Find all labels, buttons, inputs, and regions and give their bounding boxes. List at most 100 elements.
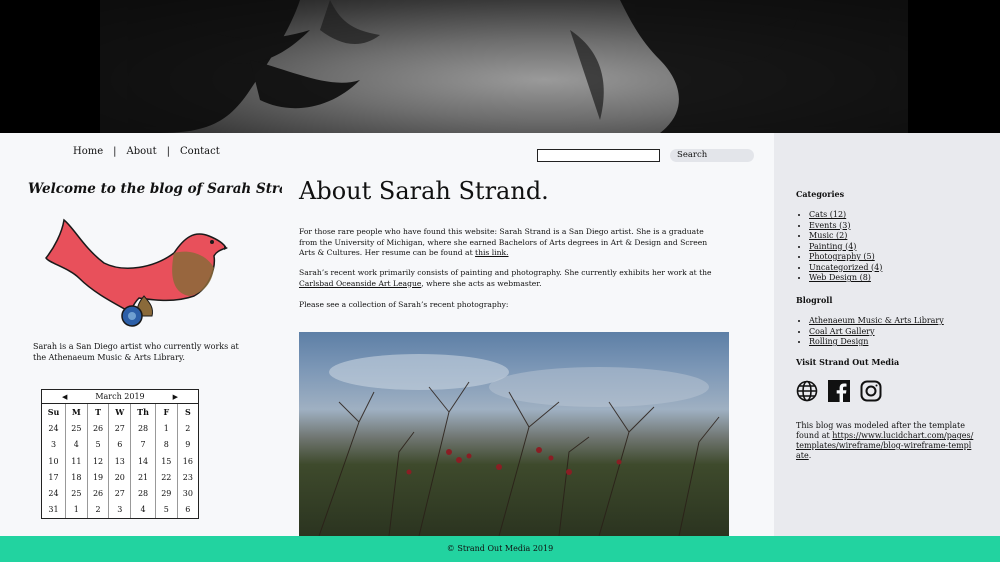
calendar-day-cell[interactable]: 20 [108, 469, 132, 486]
work-tail-text: , where she acts as webmaster. [421, 278, 542, 288]
category-link[interactable]: Painting (4) [809, 242, 856, 251]
calendar-day-cell[interactable]: 16 [177, 453, 198, 469]
calendar-day-cell[interactable]: 6 [108, 436, 132, 453]
calendar-day-cell[interactable]: 18 [65, 469, 88, 486]
blogroll-link[interactable]: Rolling Design [809, 337, 868, 346]
calendar-week-row: 10 11 12 13 14 15 16 [42, 452, 198, 470]
list-item: Photography (5) [809, 252, 882, 263]
category-link[interactable]: Web Design (8) [809, 273, 871, 282]
calendar-day-cell[interactable]: 1 [65, 501, 88, 519]
calendar-day-cell[interactable]: 4 [130, 501, 156, 519]
instagram-icon[interactable] [860, 380, 882, 402]
page-footer: © Strand Out Media 2019 [0, 536, 1000, 562]
calendar-day-cell[interactable]: 27 [108, 420, 132, 437]
calendar-day-cell[interactable]: 7 [130, 436, 156, 453]
calendar-day-cell[interactable]: 2 [87, 501, 110, 519]
weekday-label: M [65, 404, 88, 421]
calendar-day-cell[interactable]: 6 [177, 502, 198, 518]
calendar-day-cell[interactable]: 5 [87, 436, 110, 453]
calendar-day-cell[interactable]: 25 [65, 485, 88, 502]
calendar-day-cell[interactable]: 9 [177, 437, 198, 453]
calendar-day-cell[interactable]: 28 [130, 485, 156, 502]
calendar-day-cell[interactable]: 26 [87, 485, 110, 502]
welcome-heading: Welcome to the blog of Sarah Strand. [28, 181, 312, 197]
resume-link[interactable]: this link. [475, 248, 508, 257]
calendar-day-cell[interactable]: 5 [155, 501, 178, 519]
calendar-week-row: 17 18 19 20 21 22 23 [42, 469, 198, 486]
left-sidebar: Home | About | Contact Welcome to the bl… [0, 133, 312, 536]
blogroll-link[interactable]: Athenaeum Music & Arts Library [809, 316, 944, 325]
footer-copyright: © Strand Out Media 2019 [446, 544, 554, 553]
list-item: Rolling Design [809, 337, 944, 348]
calendar-day-cell[interactable]: 29 [155, 485, 178, 502]
main-nav: Home | About | Contact [73, 146, 220, 157]
category-link[interactable]: Cats (12) [809, 210, 846, 219]
work-paragraph: Sarah’s recent work primarily consists o… [299, 268, 714, 289]
search-button[interactable]: Search [670, 149, 754, 162]
category-link[interactable]: Music (2) [809, 231, 847, 240]
calendar-day-cell[interactable]: 8 [155, 436, 178, 453]
calendar-next-icon[interactable]: ▶ [173, 393, 178, 401]
template-credit-tail: . [808, 451, 812, 460]
category-link[interactable]: Events (3) [809, 221, 850, 230]
work-text: Sarah’s recent work primarily consists o… [299, 268, 712, 277]
calendar-day-cell[interactable]: 23 [177, 469, 198, 485]
calendar-prev-icon[interactable]: ◀ [62, 393, 67, 401]
intro-paragraph: For those rare people who have found thi… [299, 227, 714, 259]
calendar-day-cell[interactable]: 31 [42, 501, 66, 519]
category-link[interactable]: Uncategorized (4) [809, 263, 882, 272]
list-item: Uncategorized (4) [809, 263, 882, 274]
calendar-day-cell[interactable]: 15 [155, 452, 178, 470]
calendar-day-cell[interactable]: 21 [130, 469, 156, 486]
calendar-day-cell[interactable]: 14 [130, 452, 156, 470]
calendar-day-cell[interactable]: 26 [87, 420, 110, 437]
calendar-widget: ◀ March 2019 ▶ Su M T W Th F S 24 25 26 27 2… [41, 389, 199, 520]
calendar-day-cell[interactable]: 30 [177, 485, 198, 501]
art-league-link[interactable]: Carlsbad Oceanside Art League [299, 279, 421, 288]
nav-separator: | [166, 146, 171, 157]
social-icons [796, 380, 882, 402]
header-banner [0, 0, 1000, 133]
calendar-day-cell[interactable]: 28 [130, 420, 156, 437]
nav-about-link[interactable]: About [127, 146, 157, 157]
list-item: Coal Art Gallery [809, 327, 944, 338]
list-item: Events (3) [809, 221, 882, 232]
bird-artwork-image [44, 208, 228, 328]
calendar-day-cell[interactable]: 13 [108, 452, 132, 470]
nav-home-link[interactable]: Home [73, 146, 103, 157]
calendar-week-row: 3456789 [42, 436, 198, 453]
calendar-day-cell[interactable]: 22 [155, 469, 178, 486]
calendar-day-cell[interactable]: 1 [155, 420, 178, 437]
calendar-day-cell[interactable]: 10 [42, 452, 66, 470]
categories-list: Cats (12) Events (3) Music (2) Painting … [809, 210, 882, 284]
facebook-icon[interactable] [828, 380, 850, 402]
calendar-day-cell[interactable]: 3 [108, 501, 132, 519]
globe-icon[interactable] [796, 380, 818, 402]
artist-bio: Sarah is a San Diego artist who currentl… [33, 342, 239, 362]
calendar-day-cell[interactable]: 27 [108, 485, 132, 502]
weekday-label: S [184, 407, 191, 418]
calendar-day-cell[interactable]: 2 [177, 420, 198, 436]
calendar-day-cell[interactable]: 4 [65, 436, 88, 453]
category-link[interactable]: Photography (5) [809, 252, 875, 261]
calendar-day-cell[interactable]: 11 [65, 452, 88, 470]
calendar-day-cell[interactable]: 3 [42, 436, 66, 453]
calendar-day-cell[interactable]: 24 [42, 420, 66, 437]
calendar-day-cell[interactable]: 19 [87, 469, 110, 486]
banner-forest-photo [100, 0, 908, 133]
list-item: Cats (12) [809, 210, 882, 221]
list-item: Web Design (8) [809, 273, 882, 284]
nav-contact-link[interactable]: Contact [180, 146, 220, 157]
search-input[interactable] [537, 149, 660, 162]
blogroll-link[interactable]: Coal Art Gallery [809, 327, 875, 336]
list-item: Music (2) [809, 231, 882, 242]
calendar-day-cell[interactable]: 12 [87, 452, 110, 470]
list-item: Painting (4) [809, 242, 882, 253]
calendar-day-cell[interactable]: 25 [65, 420, 88, 437]
page-title: About Sarah Strand. [299, 177, 549, 205]
weekday-label: Th [130, 404, 156, 421]
weekday-label: T [87, 404, 110, 421]
template-credit: This blog was modeled after the template… [796, 421, 976, 461]
calendar-day-cell[interactable]: 17 [42, 469, 66, 486]
calendar-day-cell[interactable]: 24 [42, 485, 66, 502]
